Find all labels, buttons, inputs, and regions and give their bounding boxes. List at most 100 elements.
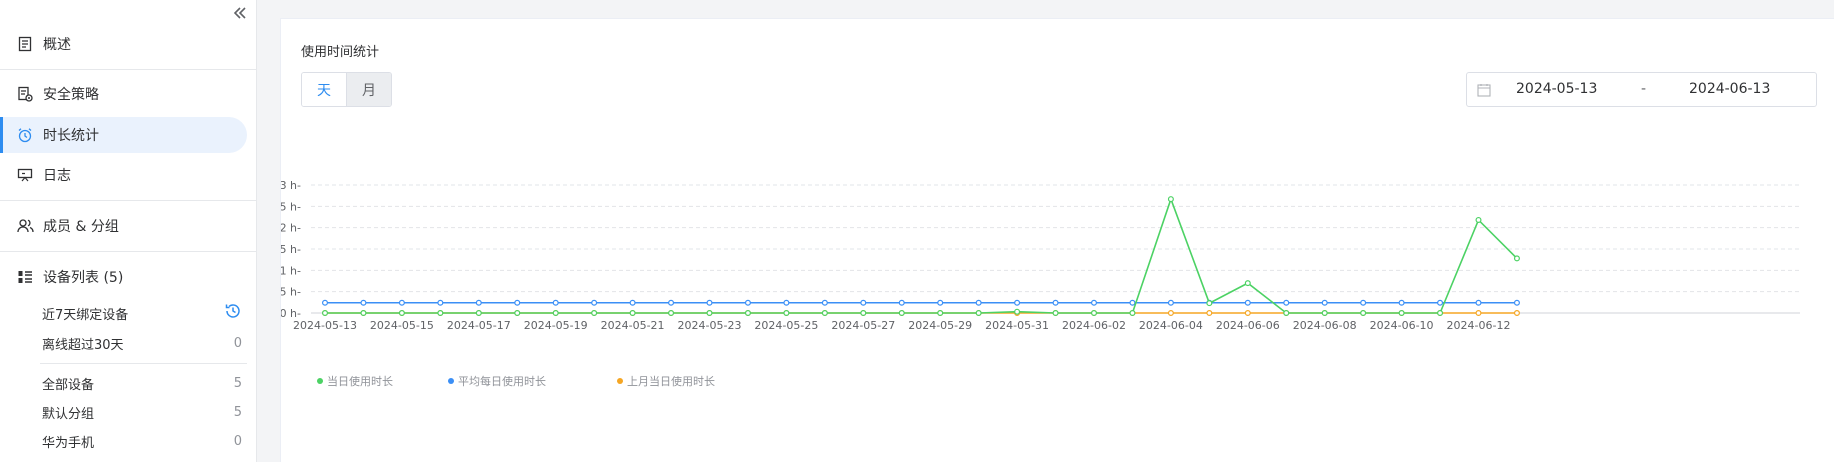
x-tick-label: 2024-05-29 xyxy=(908,319,972,332)
y-tick-label: 3 h- xyxy=(281,179,301,192)
users-icon xyxy=(17,218,34,235)
toggle-day-button[interactable]: 天 xyxy=(302,73,346,106)
nav-overview[interactable]: 概述 xyxy=(0,26,247,62)
series-line xyxy=(325,196,1518,314)
policy-icon xyxy=(17,86,34,103)
y-tick-label: 0.5 h- xyxy=(281,286,301,299)
x-tick-label: 2024-06-02 xyxy=(1062,319,1126,332)
divider xyxy=(0,251,257,252)
data-point xyxy=(629,310,636,317)
x-tick-label: 2024-05-15 xyxy=(370,319,434,332)
data-point xyxy=(668,310,675,317)
data-point xyxy=(1398,299,1405,306)
sub-item-count: 0 xyxy=(233,335,242,351)
nav-duration-stats-label: 时长统计 xyxy=(43,128,99,144)
sub-item-label: 近7天绑定设备 xyxy=(42,307,129,323)
end-date-input[interactable]: 2024-06-13 xyxy=(1689,81,1770,97)
x-tick-label: 2024-05-23 xyxy=(678,319,742,332)
sub-item-huawei-phone[interactable]: 华为手机 0 xyxy=(42,429,242,453)
date-separator: - xyxy=(1641,81,1647,97)
data-point xyxy=(937,310,944,317)
data-point xyxy=(706,310,713,317)
data-point xyxy=(437,310,444,317)
y-tick-label: 2 h- xyxy=(281,222,301,235)
data-point xyxy=(1014,308,1021,315)
collapse-sidebar-icon[interactable] xyxy=(231,4,249,22)
document-icon xyxy=(17,36,34,53)
sub-item-count: 5 xyxy=(233,375,242,391)
data-point xyxy=(1167,299,1174,306)
data-point xyxy=(1513,255,1520,262)
sub-item-label: 全部设备 xyxy=(42,377,95,393)
nav-members-groups[interactable]: 成员 & 分组 xyxy=(0,208,247,244)
data-point xyxy=(1129,299,1136,306)
data-point xyxy=(1398,310,1405,317)
data-point xyxy=(1283,299,1290,306)
data-point xyxy=(706,299,713,306)
data-point xyxy=(1475,310,1482,317)
data-point xyxy=(898,299,905,306)
data-point xyxy=(898,310,905,317)
nav-device-list-label: 设备列表 (5) xyxy=(43,270,124,286)
data-point xyxy=(1129,310,1136,317)
calendar-icon xyxy=(1477,83,1491,97)
data-point xyxy=(475,299,482,306)
divider xyxy=(0,69,257,70)
data-point xyxy=(1206,310,1213,317)
y-tick-label: 1 h- xyxy=(281,264,301,277)
usage-stats-card: 使用时间统计 天 月 2024-05-13 - 2024-06-13 0 h-0… xyxy=(280,18,1834,462)
sub-item-count: 0 xyxy=(233,433,242,449)
data-point xyxy=(591,310,598,317)
sidebar: 概述 安全策略 时长统计 日志 成员 & 分组 设备列表 (5) 近7天绑定设备 xyxy=(0,0,257,462)
data-point xyxy=(1475,299,1482,306)
sub-item-all-devices[interactable]: 全部设备 5 xyxy=(42,371,242,395)
data-point xyxy=(1167,310,1174,317)
data-point xyxy=(591,299,598,306)
data-point xyxy=(360,299,367,306)
data-point xyxy=(744,310,751,317)
data-point xyxy=(1360,299,1367,306)
sub-item-count: 5 xyxy=(233,404,242,420)
data-point xyxy=(1052,299,1059,306)
sub-item-label: 华为手机 xyxy=(42,435,95,451)
data-point xyxy=(321,310,328,317)
sub-item-recent-bound[interactable]: 近7天绑定设备 xyxy=(42,301,242,325)
data-point xyxy=(1437,299,1444,306)
data-point xyxy=(1360,310,1367,317)
nav-duration-stats[interactable]: 时长统计 xyxy=(0,117,247,153)
nav-security-policy[interactable]: 安全策略 xyxy=(0,76,247,112)
nav-members-groups-label: 成员 & 分组 xyxy=(43,219,119,235)
data-point xyxy=(1321,310,1328,317)
nav-device-list[interactable]: 设备列表 (5) xyxy=(0,259,247,295)
nav-logs[interactable]: 日志 xyxy=(0,157,247,193)
data-point xyxy=(1014,299,1021,306)
data-point xyxy=(552,299,559,306)
data-point xyxy=(975,299,982,306)
x-tick-label: 2024-05-31 xyxy=(985,319,1049,332)
legend-label: 平均每日使用时长 xyxy=(458,374,546,388)
data-point xyxy=(475,310,482,317)
x-tick-label: 2024-05-17 xyxy=(447,319,511,332)
data-point xyxy=(1475,216,1482,223)
legend-label: 当日使用时长 xyxy=(327,374,393,388)
x-tick-label: 2024-05-27 xyxy=(831,319,895,332)
data-point xyxy=(398,299,405,306)
usage-line-chart: 0 h-0.5 h-1 h-1.5 h-2 h-2.5 h-3 h-2024-0… xyxy=(281,179,1800,388)
sub-item-offline-30[interactable]: 离线超过30天 0 xyxy=(42,331,242,355)
date-range-picker[interactable]: 2024-05-13 - 2024-06-13 xyxy=(1466,72,1817,107)
data-point xyxy=(437,299,444,306)
data-point xyxy=(1437,310,1444,317)
history-icon[interactable] xyxy=(224,302,242,324)
toggle-month-button[interactable]: 月 xyxy=(346,73,391,106)
data-point xyxy=(744,299,751,306)
divider xyxy=(0,200,257,201)
data-point xyxy=(514,310,521,317)
data-point xyxy=(1244,310,1251,317)
data-point xyxy=(937,299,944,306)
data-point xyxy=(783,310,790,317)
sub-item-default-group[interactable]: 默认分组 5 xyxy=(42,400,242,424)
legend-marker xyxy=(617,378,623,384)
device-list-icon xyxy=(17,269,34,286)
x-tick-label: 2024-05-13 xyxy=(293,319,357,332)
start-date-input[interactable]: 2024-05-13 xyxy=(1516,81,1597,97)
